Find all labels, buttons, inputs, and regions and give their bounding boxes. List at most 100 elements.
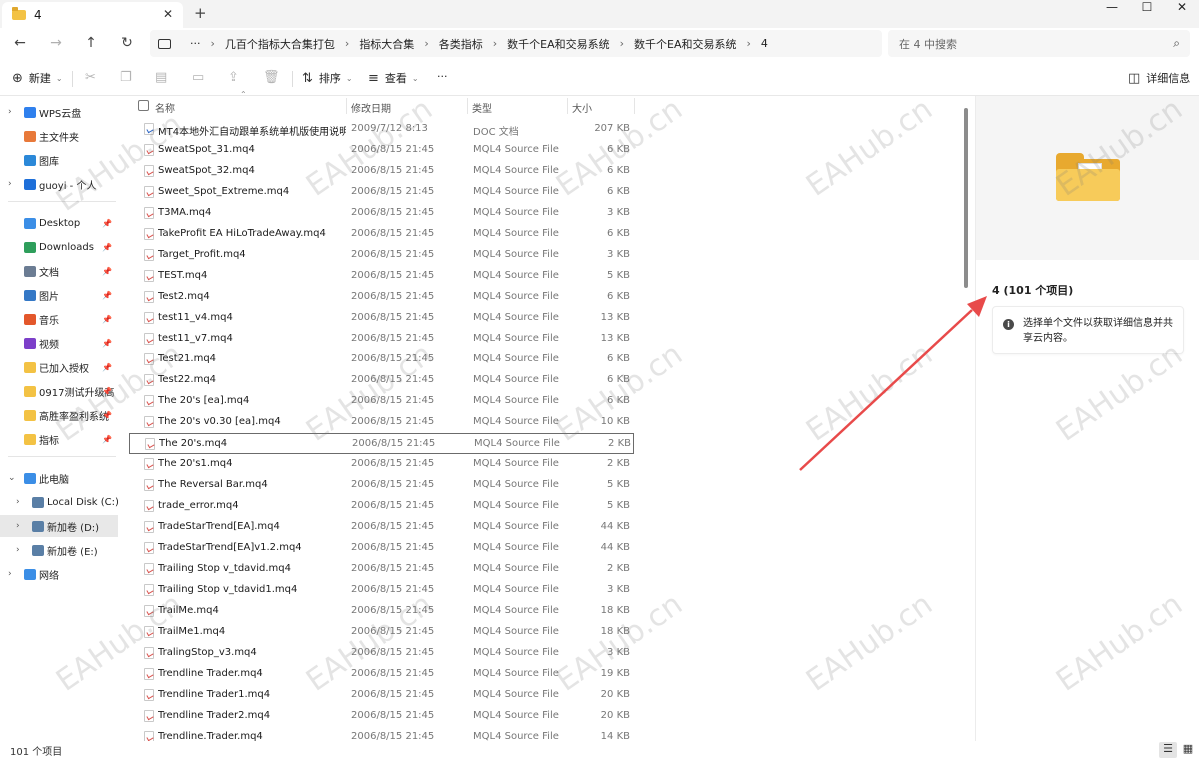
breadcrumb-item[interactable]: 几百个指标大合集打包 <box>225 36 335 52</box>
file-row[interactable]: TrailMe1.mq4 2006/8/15 21:45 MQL4 Source F… <box>129 622 634 643</box>
sidebar-item[interactable]: 高胜率盈利系统 📌 <box>0 404 118 426</box>
file-row[interactable]: The 20's v0.30 [ea].mq4 2006/8/15 21:45 MQ… <box>129 412 634 433</box>
search-box[interactable]: 在 4 中搜索 ⌕ <box>888 30 1190 57</box>
column-divider[interactable] <box>467 98 468 114</box>
file-row[interactable]: SweatSpot_32.mq4 2006/8/15 21:45 MQL4 Sour… <box>129 161 634 182</box>
details-view-button[interactable]: ☰ <box>1159 742 1177 758</box>
file-row[interactable]: Trailing Stop v_tdavid.mq4 2006/8/15 21:4… <box>129 559 634 580</box>
breadcrumb-separator[interactable]: › <box>620 37 624 50</box>
chevron-down-icon[interactable]: ⌄ <box>8 473 16 483</box>
vertical-scrollbar[interactable] <box>964 108 968 288</box>
chevron-right-icon[interactable]: › <box>16 545 20 555</box>
file-row[interactable]: The 20's.mq4 2006/8/15 21:45 MQL4 Source F… <box>129 433 634 455</box>
refresh-button[interactable]: ↻ <box>117 33 137 53</box>
window-tab[interactable]: 4 ✕ <box>2 2 183 28</box>
delete-button[interactable]: 🗑 <box>263 70 286 85</box>
breadcrumb-item[interactable]: 数千个EA和交易系统 <box>634 36 736 52</box>
rename-button[interactable]: ▭ <box>192 70 210 85</box>
copy-button[interactable]: ❐ <box>120 70 138 85</box>
file-row[interactable]: test11_v7.mq4 2006/8/15 21:45 MQL4 Source … <box>129 329 634 350</box>
up-button[interactable]: ↑ <box>81 33 101 53</box>
sidebar-item[interactable]: 主文件夹 <box>0 125 118 147</box>
column-type-header[interactable]: 类型 <box>472 100 492 115</box>
file-row[interactable]: Test22.mq4 2006/8/15 21:45 MQL4 Source Fil… <box>129 370 634 391</box>
file-row[interactable]: Test2.mq4 2006/8/15 21:45 MQL4 Source File… <box>129 287 634 308</box>
sidebar-item[interactable]: 已加入授权 📌 <box>0 356 118 378</box>
sidebar-item[interactable]: › WPS云盘 <box>0 101 118 123</box>
more-button[interactable]: ··· <box>437 70 448 83</box>
breadcrumb-item[interactable]: 数千个EA和交易系统 <box>507 36 609 52</box>
sidebar-item[interactable]: 0917测试升级高 📌 <box>0 380 118 402</box>
paste-button[interactable]: ▤ <box>155 70 173 85</box>
minimize-button[interactable]: — <box>1092 0 1132 26</box>
file-row[interactable]: SweatSpot_31.mq4 2006/8/15 21:45 MQL4 Sour… <box>129 140 634 161</box>
file-row[interactable]: TakeProfit EA HiLoTradeAway.mq4 2006/8/15… <box>129 224 634 245</box>
share-button[interactable]: ⇪ <box>228 70 245 85</box>
chevron-right-icon[interactable]: › <box>16 521 20 531</box>
breadcrumb-item[interactable]: 指标大合集 <box>359 36 414 52</box>
breadcrumb-separator[interactable]: › <box>345 37 349 50</box>
breadcrumb-separator[interactable]: › <box>493 37 497 50</box>
column-date-header[interactable]: 修改日期 <box>351 100 391 115</box>
breadcrumb-separator[interactable]: › <box>211 37 215 50</box>
file-row[interactable]: The Reversal Bar.mq4 2006/8/15 21:45 MQL4 … <box>129 475 634 496</box>
file-row[interactable]: Sweet_Spot_Extreme.mq4 2006/8/15 21:45 MQL… <box>129 182 634 203</box>
file-row[interactable]: Trendline Trader1.mq4 2006/8/15 21:45 MQL4… <box>129 685 634 706</box>
file-row[interactable]: Target_Profit.mq4 2006/8/15 21:45 MQL4 Sou… <box>129 245 634 266</box>
file-row[interactable]: TrailMe.mq4 2006/8/15 21:45 MQL4 Source Fi… <box>129 601 634 622</box>
back-button[interactable]: ← <box>10 33 30 53</box>
sidebar-item[interactable]: › 新加卷 (E:) <box>0 539 118 561</box>
column-divider[interactable] <box>346 98 347 114</box>
cut-button[interactable]: ✂ <box>85 70 102 85</box>
sidebar-item[interactable]: › guoyi - 个人 <box>0 173 118 195</box>
breadcrumb-separator[interactable]: › <box>747 37 751 50</box>
sort-button[interactable]: ⇅ 排序 ⌄ <box>302 70 353 86</box>
chevron-right-icon[interactable]: › <box>8 107 12 117</box>
breadcrumb-item[interactable]: 4 <box>761 37 768 50</box>
file-row[interactable]: Trendline Trader2.mq4 2006/8/15 21:45 MQL4… <box>129 706 634 727</box>
file-row[interactable]: trade_error.mq4 2006/8/15 21:45 MQL4 Sourc… <box>129 496 634 517</box>
column-divider[interactable] <box>567 98 568 114</box>
forward-button[interactable]: → <box>46 33 66 53</box>
file-row[interactable]: T3MA.mq4 2006/8/15 21:45 MQL4 Source File 3… <box>129 203 634 224</box>
sidebar-item[interactable]: ⌄ 此电脑 <box>0 467 118 489</box>
file-row[interactable]: test11_v4.mq4 2006/8/15 21:45 MQL4 Source … <box>129 308 634 329</box>
column-size-header[interactable]: 大小 <box>572 100 592 115</box>
sidebar-item[interactable]: › Local Disk (C:) <box>0 491 118 513</box>
sidebar-item[interactable]: 指标 📌 <box>0 428 118 450</box>
file-row[interactable]: Test21.mq4 2006/8/15 21:45 MQL4 Source Fil… <box>129 349 634 370</box>
sidebar-item[interactable]: 图片 📌 <box>0 284 118 306</box>
chevron-right-icon[interactable]: › <box>16 497 20 507</box>
search-input[interactable]: 在 4 中搜索 <box>899 36 957 52</box>
chevron-right-icon[interactable]: › <box>8 179 12 189</box>
column-name-header[interactable]: 名称 <box>155 100 175 115</box>
sidebar-item[interactable]: 文档 📌 <box>0 260 118 282</box>
tiles-view-button[interactable]: ▦ <box>1179 742 1197 758</box>
file-row[interactable]: The 20's1.mq4 2006/8/15 21:45 MQL4 Source … <box>129 454 634 475</box>
new-tab-button[interactable]: + <box>194 4 207 22</box>
file-row[interactable]: MT4本地外汇自动跟单系统单机版使用说明... 2009/7/12 8:13 DOC… <box>129 119 634 140</box>
close-button[interactable]: ✕ <box>1162 0 1199 26</box>
breadcrumb-item[interactable]: 各类指标 <box>439 36 483 52</box>
details-toggle-button[interactable]: ◫ 详细信息 <box>1128 70 1190 86</box>
sidebar-item[interactable]: › 新加卷 (D:) <box>0 515 118 537</box>
file-row[interactable]: TralingStop_v3.mq4 2006/8/15 21:45 MQL4 So… <box>129 643 634 664</box>
tab-close-icon[interactable]: ✕ <box>163 7 173 21</box>
column-divider[interactable] <box>634 98 635 114</box>
breadcrumb-more[interactable]: ··· <box>190 37 201 50</box>
view-button[interactable]: ≡ 查看 ⌄ <box>368 70 419 86</box>
sidebar-item[interactable]: Desktop 📌 <box>0 212 118 234</box>
sidebar-item[interactable]: 图库 <box>0 149 118 171</box>
address-bar[interactable]: ··· › 几百个指标大合集打包 › 指标大合集 › 各类指标 › 数千个EA和交易系统 › 数千… <box>150 30 882 57</box>
file-row[interactable]: TEST.mq4 2006/8/15 21:45 MQL4 Source File 5… <box>129 266 634 287</box>
sidebar-item[interactable]: Downloads 📌 <box>0 236 118 258</box>
sidebar-item[interactable]: 音乐 📌 <box>0 308 118 330</box>
sidebar-item[interactable]: 视频 📌 <box>0 332 118 354</box>
file-row[interactable]: The 20's [ea].mq4 2006/8/15 21:45 MQL4 Sou… <box>129 391 634 412</box>
file-row[interactable]: TradeStarTrend[EA].mq4 2006/8/15 21:45 MQL… <box>129 517 634 538</box>
maximize-button[interactable]: ☐ <box>1127 0 1167 26</box>
file-row[interactable]: TradeStarTrend[EA]v1.2.mq4 2006/8/15 21:4… <box>129 538 634 559</box>
chevron-right-icon[interactable]: › <box>8 569 12 579</box>
file-row[interactable]: Trendline Trader.mq4 2006/8/15 21:45 MQL4 … <box>129 664 634 685</box>
select-all-checkbox[interactable] <box>138 100 149 111</box>
